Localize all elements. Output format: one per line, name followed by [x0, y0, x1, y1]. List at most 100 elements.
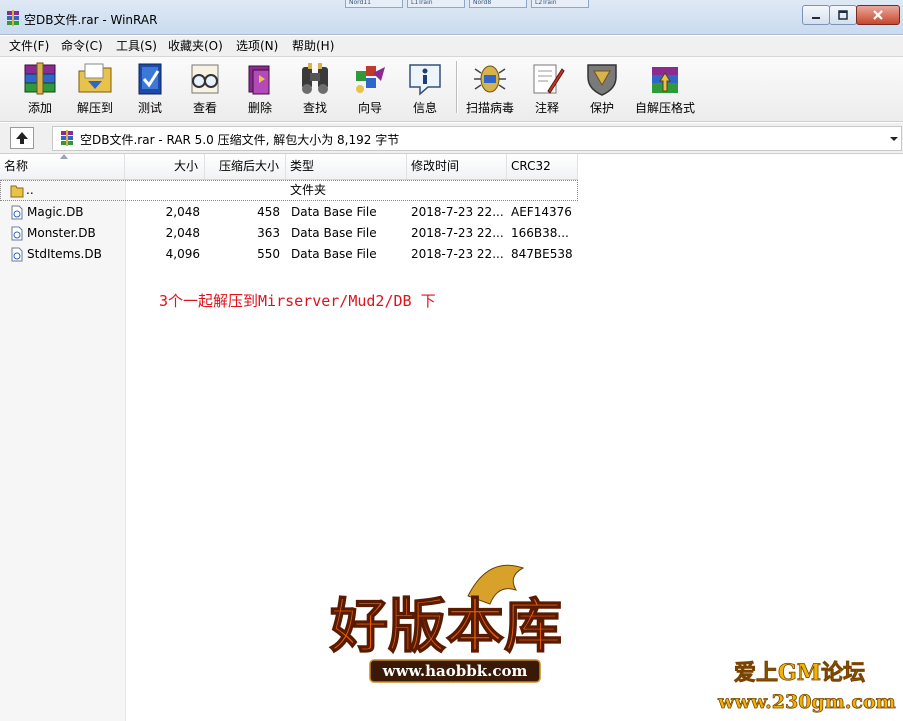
comment-pen-icon — [533, 64, 565, 94]
up-arrow-icon — [16, 132, 28, 144]
background-tab[interactable]: L2Train — [531, 0, 589, 8]
folder-icon — [10, 185, 24, 198]
column-crc-label: CRC32 — [511, 159, 551, 173]
db-file-icon — [11, 205, 23, 220]
row-name: StdItems.DB — [27, 247, 102, 261]
table-row[interactable]: .. 文件夹 — [0, 180, 578, 201]
maximize-icon — [838, 10, 848, 20]
protect-shield-icon — [587, 64, 617, 96]
background-tab[interactable]: Nord8 — [469, 0, 527, 8]
toolbar: 添加 解压到 测试 查看 删除 查找 向导 信息 扫描病毒 注释 保护 自解压格… — [0, 57, 903, 122]
menu-commands[interactable]: 命令(C) — [60, 38, 104, 54]
row-crc: 166B38... — [511, 226, 569, 240]
add-label: 添加 — [27, 101, 52, 115]
protect-button[interactable]: 保护 — [574, 59, 630, 117]
delete-icon — [248, 65, 270, 95]
background-tab[interactable]: Nord11 — [345, 0, 403, 8]
find-binoculars-icon — [302, 63, 328, 94]
row-packed: 550 — [257, 247, 280, 261]
minimize-button[interactable] — [802, 5, 830, 25]
row-size: 2,048 — [165, 205, 200, 219]
comment-label: 注释 — [534, 101, 559, 115]
background-window-tabs: Nord11 L1Train Nord8 L2Train — [345, 0, 615, 8]
scan-virus-label: 扫描病毒 — [465, 101, 514, 115]
toolbar-separator — [456, 61, 457, 113]
haobbk-logo: 好版本库 www.haobbk.com — [328, 564, 563, 683]
menu-favorites[interactable]: 收藏夹(O) — [167, 38, 224, 54]
column-size[interactable]: 大小 — [125, 154, 205, 179]
table-row[interactable]: Magic.DB 2,048 458 Data Base File 2018-7… — [0, 202, 578, 223]
row-name: Magic.DB — [27, 205, 84, 219]
logo-main-text: 好版本库 — [329, 592, 562, 660]
comment-button[interactable]: 注释 — [519, 59, 575, 117]
chevron-down-icon[interactable] — [887, 127, 901, 150]
logo-main-url: www.haobbk.com — [382, 662, 528, 680]
230gm-logo: 爱上GM论坛 www.230gm.com — [717, 660, 897, 714]
address-text: 空DB文件.rar - RAR 5.0 压缩文件, 解包大小为 8,192 字节 — [80, 133, 400, 147]
sort-ascending-icon — [60, 154, 68, 159]
background-tab[interactable]: L1Train — [407, 0, 465, 8]
table-row[interactable]: StdItems.DB 4,096 550 Data Base File 201… — [0, 244, 578, 265]
extract-to-button[interactable]: 解压到 — [67, 59, 123, 117]
menu-options[interactable]: 选项(N) — [235, 38, 279, 54]
row-type: 文件夹 — [290, 183, 327, 197]
row-type: Data Base File — [291, 226, 377, 240]
menu-help[interactable]: 帮助(H) — [291, 38, 335, 54]
close-button[interactable] — [856, 5, 900, 25]
info-icon — [409, 64, 441, 96]
logo-corner-url: www.230gm.com — [717, 691, 896, 713]
scan-virus-button[interactable]: 扫描病毒 — [462, 59, 518, 117]
row-type: Data Base File — [291, 247, 377, 261]
test-label: 测试 — [137, 101, 162, 115]
address-field[interactable]: 空DB文件.rar - RAR 5.0 压缩文件, 解包大小为 8,192 字节 — [52, 126, 902, 151]
add-button[interactable]: 添加 — [12, 59, 68, 117]
add-books-icon — [24, 62, 56, 95]
row-modified: 2018-7-23 22... — [411, 247, 504, 261]
row-crc: AEF14376 — [511, 205, 572, 219]
info-button[interactable]: 信息 — [397, 59, 453, 117]
scan-virus-icon — [474, 65, 506, 93]
column-packed[interactable]: 压缩后大小 — [205, 154, 286, 179]
logo-corner-text: 爱上GM论坛 — [734, 660, 865, 686]
test-button[interactable]: 测试 — [122, 59, 178, 117]
view-button[interactable]: 查看 — [177, 59, 233, 117]
view-glasses-icon — [191, 64, 219, 94]
menu-bar: 文件(F) 命令(C) 工具(S) 收藏夹(O) 选项(N) 帮助(H) — [0, 36, 903, 57]
column-crc[interactable]: CRC32 — [507, 154, 578, 179]
archive-icon — [61, 130, 73, 146]
menu-file[interactable]: 文件(F) — [8, 38, 50, 54]
column-modified[interactable]: 修改时间 — [407, 154, 507, 179]
column-packed-label: 压缩后大小 — [218, 159, 279, 173]
row-modified: 2018-7-23 22... — [411, 205, 504, 219]
find-label: 查找 — [302, 101, 327, 115]
sfx-button[interactable]: 自解压格式 — [634, 59, 696, 117]
find-button[interactable]: 查找 — [287, 59, 343, 117]
row-packed: 363 — [257, 226, 280, 240]
menu-tools[interactable]: 工具(S) — [115, 38, 158, 54]
wizard-label: 向导 — [357, 101, 382, 115]
close-icon — [873, 10, 883, 20]
minimize-icon — [812, 17, 820, 19]
address-bar: 空DB文件.rar - RAR 5.0 压缩文件, 解包大小为 8,192 字节 — [0, 123, 903, 154]
table-row[interactable]: Monster.DB 2,048 363 Data Base File 2018… — [0, 223, 578, 244]
row-crc: 847BE538 — [511, 247, 573, 261]
test-check-icon — [138, 63, 162, 95]
protect-label: 保护 — [589, 101, 614, 115]
sfx-box-icon — [652, 67, 678, 93]
db-file-icon — [11, 226, 23, 241]
up-folder-button[interactable] — [10, 127, 34, 149]
maximize-button[interactable] — [829, 5, 857, 25]
delete-label: 删除 — [247, 101, 272, 115]
wizard-button[interactable]: 向导 — [342, 59, 398, 117]
column-type[interactable]: 类型 — [286, 154, 407, 179]
view-label: 查看 — [192, 101, 217, 115]
window-controls — [802, 5, 900, 25]
wizard-icon — [356, 66, 385, 93]
extract-folder-icon — [78, 63, 112, 93]
winrar-app-icon — [7, 10, 19, 26]
column-size-label: 大小 — [173, 159, 198, 173]
column-header: 名称 大小 压缩后大小 类型 修改时间 CRC32 — [0, 154, 578, 180]
row-type: Data Base File — [291, 205, 377, 219]
db-file-icon — [11, 247, 23, 262]
delete-button[interactable]: 删除 — [232, 59, 288, 117]
